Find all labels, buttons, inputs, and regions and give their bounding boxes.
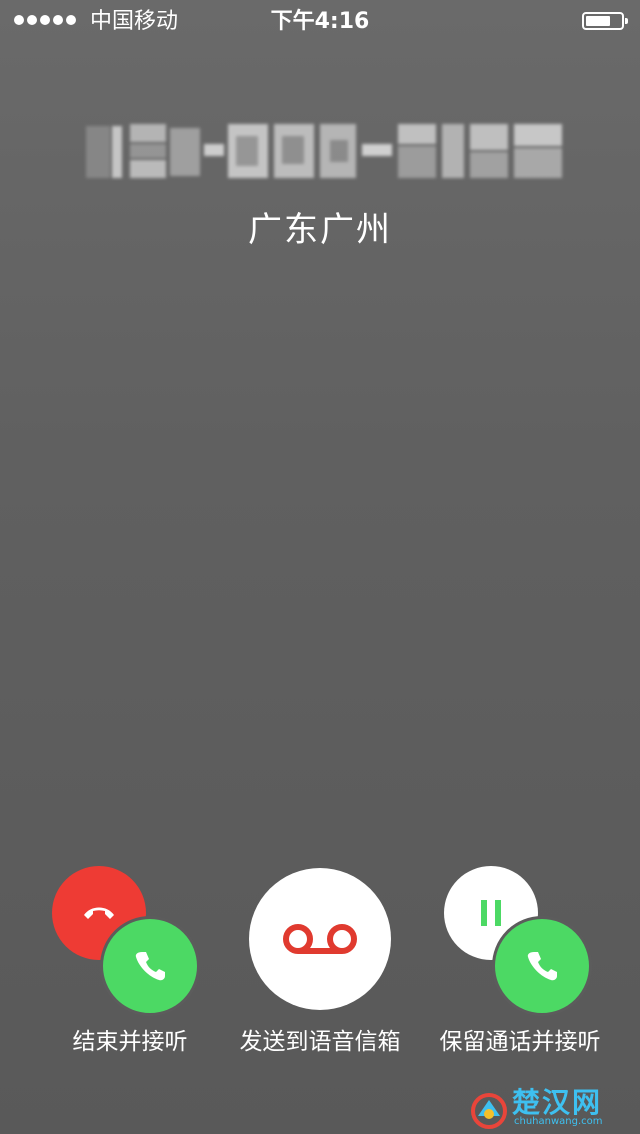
incoming-call-screen: 中国移动 下午4:16 广东广州 结束并接听 发送到语音信箱 保留通话并接听 楚… — [0, 0, 640, 1134]
answer-call-icon — [135, 952, 165, 981]
hold-and-answer-label: 保留通话并接听 — [439, 1029, 601, 1055]
status-time: 下午4:16 — [270, 9, 370, 34]
end-and-answer-label: 结束并接听 — [72, 1029, 188, 1055]
answer-call-button[interactable] — [492, 916, 592, 1016]
watermark: 楚汉网 chuhanwang.com — [470, 1088, 630, 1130]
end-and-answer-action[interactable]: 结束并接听 — [40, 866, 220, 1066]
voicemail-action[interactable]: 发送到语音信箱 — [220, 866, 420, 1066]
hold-and-answer-action[interactable]: 保留通话并接听 — [420, 866, 620, 1066]
end-call-icon — [84, 907, 114, 919]
voicemail-icon — [283, 924, 357, 954]
battery-icon — [582, 12, 628, 30]
caller-number-pixelated — [78, 118, 570, 182]
watermark-url: chuhanwang.com — [514, 1116, 603, 1127]
watermark-logo-icon — [471, 1093, 507, 1129]
caller-location: 广东广州 — [248, 210, 392, 250]
answer-call-button[interactable] — [100, 916, 200, 1016]
answer-call-icon — [527, 952, 557, 981]
status-bar: 中国移动 下午4:16 — [0, 0, 640, 44]
voicemail-label: 发送到语音信箱 — [239, 1029, 401, 1055]
watermark-text: 楚汉网 — [512, 1086, 603, 1119]
pause-icon — [481, 900, 501, 926]
send-to-voicemail-button[interactable] — [249, 868, 391, 1010]
